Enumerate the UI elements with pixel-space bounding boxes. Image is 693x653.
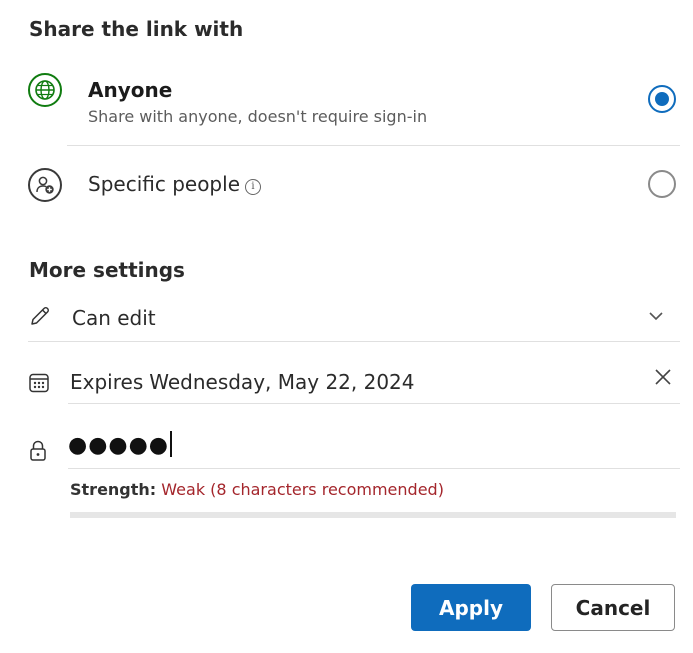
specific-people-radio-button[interactable] — [648, 170, 676, 198]
share-option-anyone-subtitle: Share with anyone, doesn't require sign-… — [88, 107, 428, 126]
strength-label: Strength: — [70, 480, 157, 499]
chevron-down-icon[interactable] — [648, 308, 664, 326]
permission-value: Can edit — [72, 306, 156, 330]
password-strength: Strength: Weak (8 characters recommended… — [70, 480, 444, 499]
person-add-icon — [28, 168, 62, 202]
strength-value: Weak (8 characters recommended) — [161, 480, 444, 499]
share-option-anyone[interactable]: Anyone Share with anyone, doesn't requir… — [28, 70, 680, 140]
divider — [68, 403, 680, 404]
expiry-text: Expires Wednesday, May 22, 2024 — [70, 370, 421, 394]
share-option-anyone-title: Anyone — [88, 78, 173, 102]
password-strength-bar — [70, 512, 676, 518]
cancel-button[interactable]: Cancel — [551, 584, 675, 631]
password-field[interactable]: ●●●●● — [28, 425, 680, 469]
share-section-heading: Share the link with — [29, 17, 244, 41]
pencil-icon — [28, 304, 52, 333]
divider — [67, 145, 680, 146]
specific-people-label: Specific people — [88, 172, 240, 196]
password-masked-value: ●●●●● — [68, 433, 169, 458]
anyone-radio-button[interactable] — [648, 85, 676, 113]
share-link-settings-panel: Share the link with Anyone Share with an… — [0, 0, 693, 653]
info-icon[interactable]: i — [245, 179, 261, 195]
share-option-specific-people[interactable]: Specific people i — [28, 160, 680, 210]
share-option-specific-title: Specific people i — [88, 172, 261, 196]
expiry-date-field[interactable]: Expires Wednesday, May 22, 2024 — [28, 362, 680, 402]
apply-button[interactable]: Apply — [411, 584, 531, 631]
calendar-icon — [28, 372, 50, 399]
lock-icon — [28, 439, 48, 468]
permission-dropdown[interactable]: Can edit — [28, 298, 680, 342]
more-settings-heading: More settings — [29, 258, 185, 282]
text-caret — [169, 431, 172, 457]
expiry-date-value: Wednesday, May 22, 2024 — [149, 370, 415, 394]
divider — [28, 341, 680, 342]
divider — [68, 468, 680, 469]
password-input[interactable]: ●●●●● — [68, 431, 172, 458]
globe-icon — [28, 73, 62, 107]
expiry-label: Expires — [70, 370, 144, 394]
close-icon[interactable] — [652, 366, 674, 393]
